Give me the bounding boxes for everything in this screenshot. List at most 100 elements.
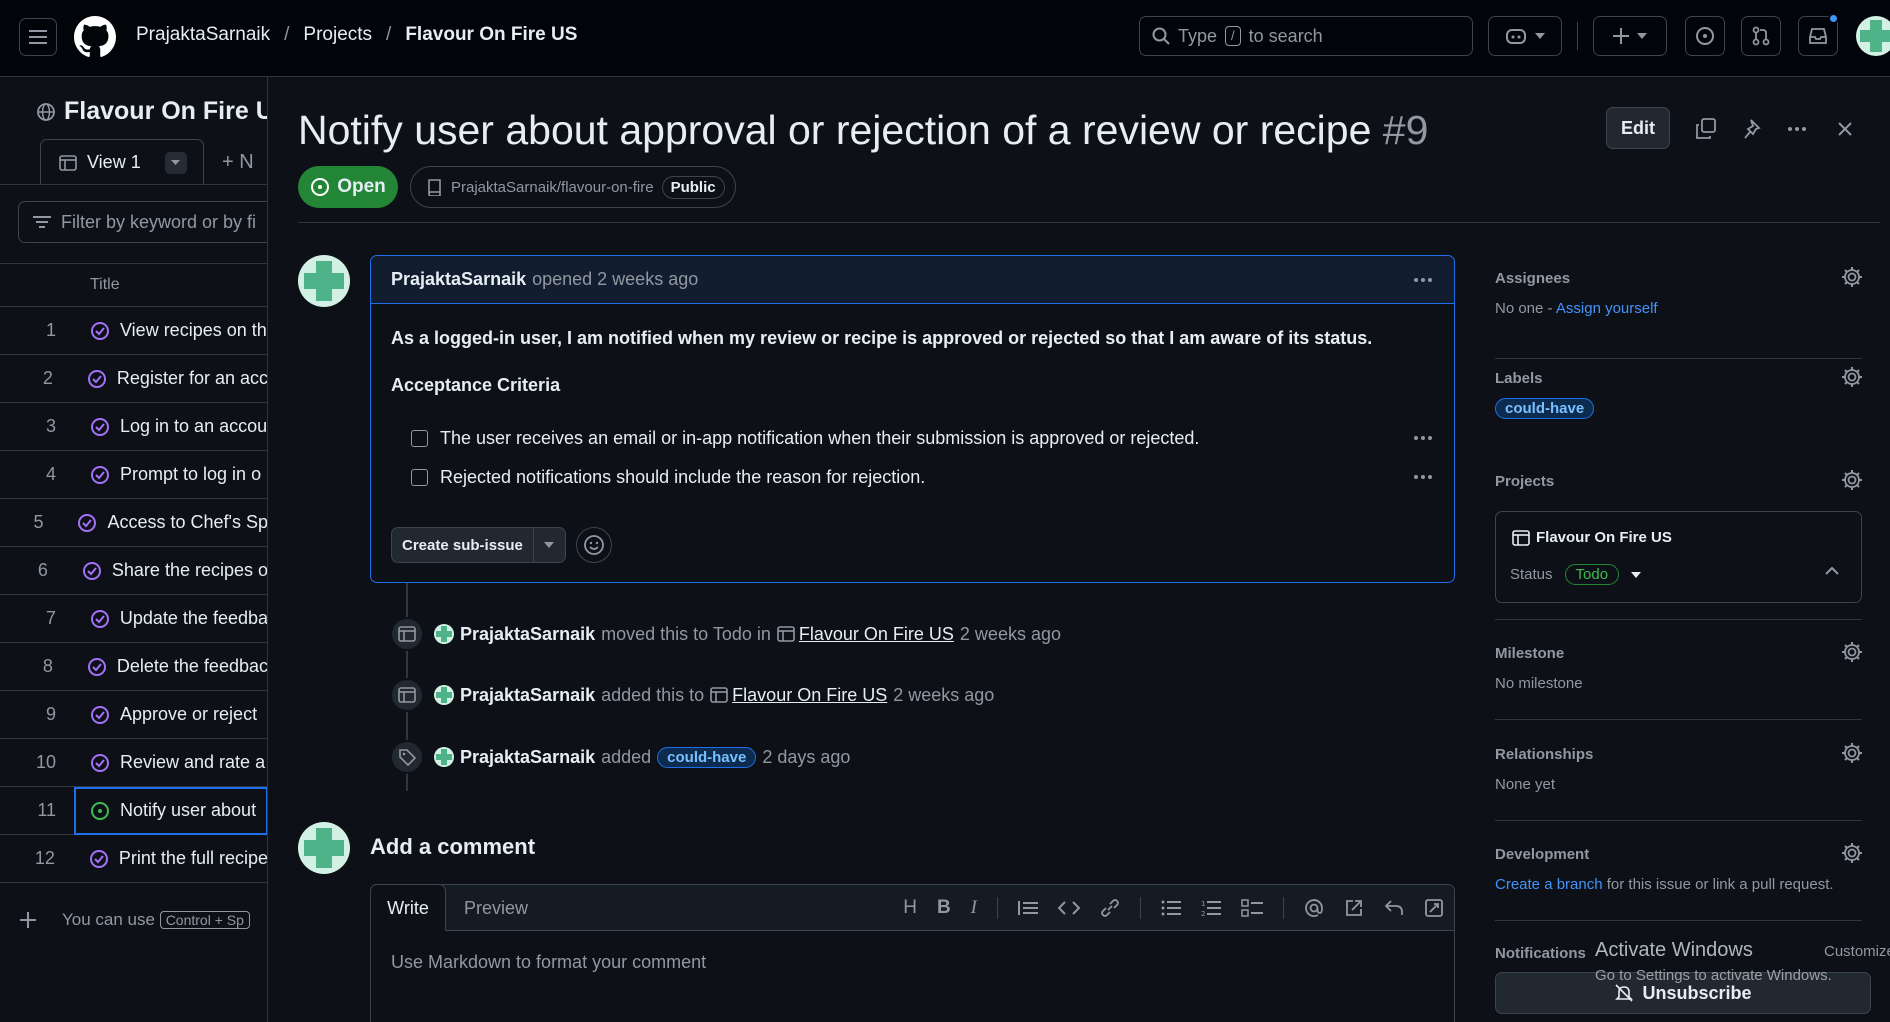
avatar[interactable] [434,624,454,644]
issue-closed-icon [82,561,102,581]
chevron-up-icon[interactable] [1825,566,1839,575]
table-row[interactable]: 5 Access to Chef's Sp [0,499,267,547]
tab-view-1[interactable]: View 1 [40,139,204,185]
row-title[interactable]: Log in to an accou [120,416,267,437]
create-sub-issue-button[interactable]: Create sub-issue [391,527,566,563]
table-row[interactable]: 3 Log in to an accou [0,403,267,451]
gear-icon[interactable] [1841,641,1863,663]
table-row[interactable]: 10 Review and rate a [0,739,267,787]
gear-icon[interactable] [1841,266,1863,288]
event-project-link[interactable]: Flavour On Fire US [732,685,887,706]
event-project-link[interactable]: Flavour On Fire US [799,624,954,645]
copilot-button[interactable] [1488,16,1562,56]
row-title[interactable]: Delete the feedbac [117,656,267,677]
row-title[interactable]: Print the full recipe [119,848,267,869]
label-badge[interactable]: could-have [657,746,757,768]
row-title[interactable]: Approve or reject [120,704,257,725]
mention-icon[interactable] [1304,898,1324,918]
pull-requests-button[interactable] [1741,16,1781,56]
tab-write[interactable]: Write [370,884,446,931]
edit-button[interactable]: Edit [1606,107,1670,149]
add-item-row[interactable]: You can use Control + Sp [0,896,267,944]
reply-icon[interactable] [1384,899,1404,917]
tab-preview[interactable]: Preview [464,898,528,919]
quote-icon[interactable] [1018,900,1038,916]
chevron-down-icon [544,542,555,548]
gear-icon[interactable] [1841,742,1863,764]
fullscreen-icon[interactable] [1424,898,1444,918]
chevron-down-icon[interactable] [1631,571,1642,578]
gear-icon[interactable] [1841,366,1863,388]
table-row[interactable]: 8 Delete the feedbac [0,643,267,691]
avatar[interactable] [434,685,454,705]
row-title[interactable]: Update the feedba [120,608,267,629]
event-user[interactable]: PrajaktaSarnaik [460,624,595,645]
unordered-list-icon[interactable] [1161,900,1181,916]
gear-icon[interactable] [1841,842,1863,864]
task-options-icon[interactable] [1414,436,1432,440]
link-icon[interactable] [1100,898,1120,918]
timeline-event: PrajaktaSarnaik added could-have 2 days … [390,740,850,774]
gear-icon[interactable] [1841,469,1863,491]
breadcrumb-owner[interactable]: PrajaktaSarnaik [136,24,270,46]
more-options-icon[interactable] [1788,127,1806,131]
row-title[interactable]: Review and rate a [120,752,265,773]
status-value-badge[interactable]: Todo [1564,564,1620,585]
heading-icon[interactable]: H [903,897,917,919]
user-avatar[interactable] [1856,16,1890,56]
view-options-button[interactable] [164,151,187,174]
avatar[interactable] [434,747,454,767]
repository-badge[interactable]: PrajaktaSarnaik/flavour-on-fire Public [410,166,736,208]
task-options-icon[interactable] [1414,475,1432,479]
github-logo-icon[interactable] [74,16,116,58]
comment-author[interactable]: PrajaktaSarnaik [391,269,526,290]
event-user[interactable]: PrajaktaSarnaik [460,685,595,706]
menu-button[interactable] [19,18,57,56]
project-card-title[interactable]: Flavour On Fire US [1512,529,1672,546]
table-row[interactable]: 7 Update the feedba [0,595,267,643]
breadcrumb-projects[interactable]: Projects [303,24,372,46]
row-title[interactable]: Share the recipes o [112,560,267,581]
italic-icon[interactable]: I [971,897,977,919]
row-title[interactable]: Prompt to log in o [120,464,261,485]
table-row[interactable]: 2 Register for an acc [0,355,267,403]
add-reaction-button[interactable] [576,527,612,563]
row-title[interactable]: Access to Chef's Sp [107,512,267,533]
issues-button[interactable] [1685,16,1725,56]
new-view-button[interactable]: + N [222,151,254,174]
globe-icon [37,102,55,121]
assign-yourself-link[interactable]: Assign yourself [1556,300,1658,317]
comment-options-icon[interactable] [1414,278,1432,282]
row-title[interactable]: View recipes on th [120,320,267,341]
create-branch-link[interactable]: Create a branch [1495,876,1603,893]
svg-text:2: 2 [1201,910,1205,917]
filter-input[interactable]: Filter by keyword or by fi [18,201,267,243]
column-header-title[interactable]: Title [0,263,267,307]
breadcrumb-current[interactable]: Flavour On Fire US [405,24,577,46]
comment-textarea[interactable]: Use Markdown to format your comment [391,952,706,973]
author-avatar[interactable] [298,255,350,307]
cross-reference-icon[interactable] [1344,898,1364,918]
label-badge[interactable]: could-have [1495,398,1595,419]
copy-link-icon[interactable] [1695,118,1717,140]
bold-icon[interactable]: B [937,897,951,919]
pin-icon[interactable] [1743,118,1765,140]
task-list-icon[interactable] [1241,899,1263,917]
current-user-avatar[interactable] [298,822,350,874]
code-icon[interactable] [1058,900,1080,916]
task-checkbox[interactable] [411,469,428,486]
close-icon[interactable] [1837,121,1853,137]
create-new-button[interactable] [1593,16,1667,56]
sub-issue-dropdown[interactable] [532,528,565,562]
table-row[interactable]: 4 Prompt to log in o [0,451,267,499]
table-row[interactable]: 6 Share the recipes o [0,547,267,595]
task-checkbox[interactable] [411,430,428,447]
event-user[interactable]: PrajaktaSarnaik [460,747,595,768]
table-row[interactable]: 1 View recipes on th [0,307,267,355]
customize-link[interactable]: Customize [1824,943,1890,960]
table-row[interactable]: 9 Approve or reject [0,691,267,739]
table-row[interactable]: 12 Print the full recipe [0,835,267,883]
row-title[interactable]: Register for an acc [117,368,267,389]
search-input[interactable]: Type / to search [1139,16,1473,56]
ordered-list-icon[interactable]: 12 [1201,899,1221,917]
